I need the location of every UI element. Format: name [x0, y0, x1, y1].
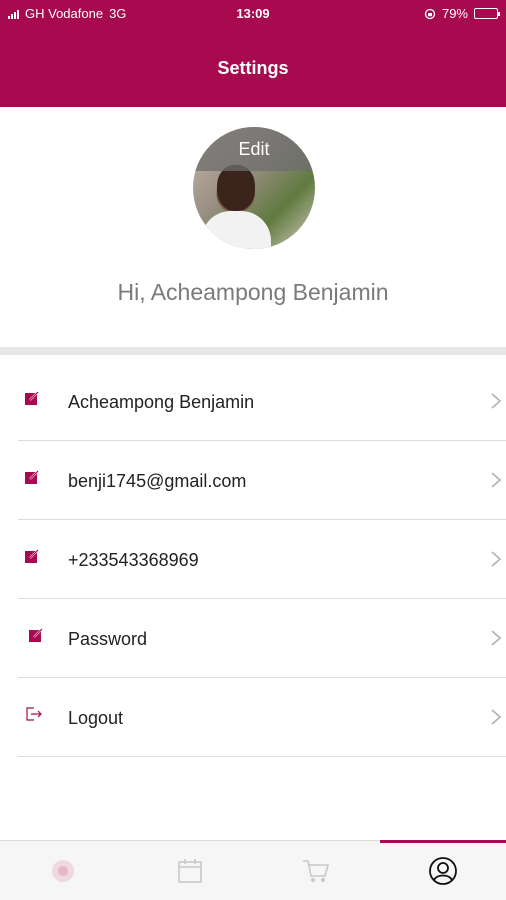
- section-divider: [0, 347, 506, 355]
- setting-label: benji1745@gmail.com: [68, 471, 247, 491]
- tab-calendar[interactable]: [127, 841, 254, 900]
- greeting-text: Hi, Acheampong Benjamin: [117, 279, 389, 305]
- cart-icon: [303, 859, 330, 882]
- edit-icon: [25, 549, 39, 563]
- setting-label: +233543368969: [68, 550, 199, 570]
- tab-home[interactable]: [0, 841, 127, 900]
- settings-list: Acheampong Benjamin benji1745@gmail.com …: [0, 362, 506, 757]
- edit-icon: [29, 628, 43, 642]
- avatar[interactable]: Edit: [193, 127, 315, 249]
- battery-icon: [474, 8, 500, 19]
- profile-icon: [428, 856, 457, 885]
- edit-avatar-button[interactable]: Edit: [193, 127, 315, 171]
- status-bar: GH Vodafone 3G 13:09 79%: [0, 0, 506, 28]
- chevron-right-icon: [491, 551, 502, 567]
- chevron-right-icon: [491, 472, 502, 488]
- chevron-right-icon: [491, 709, 502, 725]
- setting-label: Password: [68, 629, 148, 649]
- setting-label: Acheampong Benjamin: [68, 392, 255, 412]
- logout-icon: [26, 707, 42, 721]
- orientation-lock-icon: [424, 8, 436, 19]
- profile-section: Edit Hi, Acheampong Benjamin: [0, 107, 506, 347]
- chevron-right-icon: [491, 393, 502, 409]
- setting-row-name[interactable]: Acheampong Benjamin: [18, 362, 506, 441]
- edit-icon: [25, 391, 39, 405]
- tab-profile[interactable]: [379, 840, 506, 900]
- tab-cart[interactable]: [253, 841, 380, 900]
- battery-percent: 79%: [441, 6, 468, 21]
- setting-row-phone[interactable]: +233543368969: [18, 520, 506, 599]
- app-header: GH Vodafone 3G 13:09 79% Settings: [0, 0, 506, 107]
- setting-row-logout[interactable]: Logout: [18, 678, 506, 757]
- edit-icon: [25, 470, 39, 484]
- page-title: Settings: [217, 58, 289, 78]
- setting-row-password[interactable]: Password: [18, 599, 506, 678]
- calendar-icon: [177, 858, 202, 883]
- setting-label: Logout: [68, 708, 124, 728]
- setting-row-email[interactable]: benji1745@gmail.com: [18, 441, 506, 520]
- home-logo-icon: [52, 859, 75, 882]
- bottom-tab-bar: [0, 840, 506, 900]
- chevron-right-icon: [491, 630, 502, 646]
